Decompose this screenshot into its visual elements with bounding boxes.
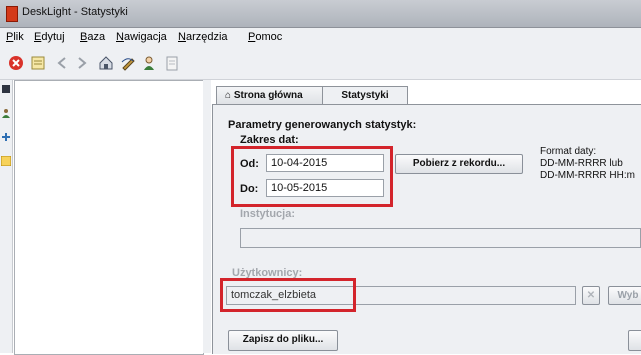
- date-range-title: Zakres dat:: [240, 134, 299, 146]
- clear-users-button[interactable]: ✕: [582, 286, 600, 305]
- date-format-title: Format daty:: [540, 146, 597, 157]
- save-to-file-button[interactable]: Zapisz do pliku...: [228, 330, 338, 351]
- toolbar: [0, 47, 641, 80]
- app-icon: [6, 6, 18, 22]
- window-title: DeskLight - Statystyki: [22, 6, 128, 18]
- menu-narzedzia[interactable]: Narzędzia: [178, 31, 228, 43]
- highlight-date-range: [231, 146, 393, 207]
- date-format-line2: DD-MM-RRRR HH:m: [540, 170, 635, 181]
- menu-baza[interactable]: Baza: [80, 31, 105, 43]
- tab-home-label: Strona główna: [233, 90, 303, 101]
- forward-arrow-icon[interactable]: [72, 53, 92, 73]
- close-circle-icon[interactable]: [6, 53, 26, 73]
- menu-pomoc[interactable]: Pomoc: [248, 31, 282, 43]
- menu-edytuj[interactable]: Edytuj: [34, 31, 65, 43]
- fetch-from-record-button[interactable]: Pobierz z rekordu...: [395, 154, 523, 174]
- institution-field: [240, 228, 641, 248]
- back-arrow-icon[interactable]: [52, 53, 72, 73]
- navigation-panel[interactable]: [14, 80, 204, 355]
- home-icon: ⌂: [225, 90, 232, 101]
- home-icon[interactable]: [96, 53, 116, 73]
- tab-home[interactable]: ⌂ Strona główna: [216, 86, 324, 104]
- date-format-line1: DD-MM-RRRR lub: [540, 158, 623, 169]
- edit-icon[interactable]: [118, 53, 138, 73]
- institution-label: Instytucja:: [240, 208, 296, 220]
- tree-icon[interactable]: [1, 132, 11, 142]
- left-icon-strip: [0, 80, 13, 353]
- section-title: Parametry generowanych statystyk:: [228, 119, 417, 131]
- splitter[interactable]: [203, 80, 211, 353]
- menu-plik[interactable]: Plik: [6, 31, 24, 43]
- tab-statistics-label: Statystyki: [341, 90, 389, 101]
- clear-icon: ✕: [586, 290, 596, 301]
- note-icon[interactable]: [28, 53, 48, 73]
- document-icon[interactable]: [162, 53, 182, 73]
- title-bar: DeskLight - Statystyki: [0, 0, 641, 28]
- user-icon[interactable]: [140, 53, 160, 73]
- star-icon[interactable]: [1, 156, 11, 166]
- menu-nawigacja[interactable]: Nawigacja: [116, 31, 167, 43]
- database-icon[interactable]: [1, 84, 11, 94]
- highlight-users: [220, 278, 356, 312]
- user-icon[interactable]: [1, 108, 11, 118]
- choose-users-button[interactable]: Wyb: [608, 286, 641, 305]
- menu-bar: Plik Edytuj Baza Nawigacja Narzędzia Pom…: [0, 28, 641, 47]
- secondary-button[interactable]: [628, 330, 641, 351]
- tab-statistics[interactable]: Statystyki: [322, 86, 408, 104]
